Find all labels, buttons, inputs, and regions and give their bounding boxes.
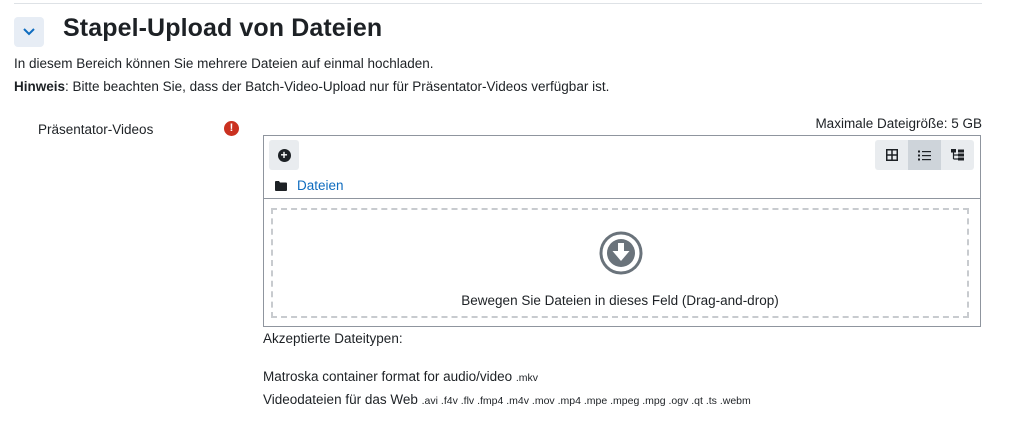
accepted-type-name: Videodateien für das Web: [263, 392, 418, 407]
exclamation-icon: !: [224, 121, 239, 136]
tree-view-icon: [951, 149, 964, 161]
grid-view-button[interactable]: [875, 140, 908, 170]
plus-circle-icon: +: [277, 148, 291, 162]
section-title: Stapel-Upload von Dateien: [63, 14, 383, 42]
grid-view-icon: [885, 149, 898, 161]
chevron-down-icon: [23, 28, 35, 36]
accepted-type-name: Matroska container format for audio/vide…: [263, 369, 513, 384]
note-label: Hinweis: [14, 79, 66, 94]
accepted-type-extensions: .mkv: [515, 372, 539, 384]
download-circle-icon: [599, 231, 643, 275]
file-manager-toolbar: +: [264, 136, 980, 174]
add-file-button[interactable]: +: [269, 140, 299, 170]
view-mode-group: [875, 140, 974, 170]
list-view-icon: [918, 150, 931, 160]
accepted-type-extensions: .avi .f4v .flv .fmp4 .m4v .mov .mp4 .mpe…: [421, 395, 751, 407]
section-divider: [14, 3, 982, 4]
section-collapse-toggle[interactable]: [14, 17, 44, 47]
file-manager: + Dateien Bewegen Sie Dateien in dieses …: [263, 135, 981, 327]
drop-zone-text: Bewegen Sie Dateien in dieses Feld (Drag…: [461, 293, 779, 308]
tree-view-button[interactable]: [941, 140, 974, 170]
section-note: Hinweis: Bitte beachten Sie, dass der Ba…: [14, 79, 609, 94]
accepted-type-item: Videodateien für das Web .avi .f4v .flv …: [263, 392, 751, 407]
drop-zone[interactable]: Bewegen Sie Dateien in dieses Feld (Drag…: [271, 208, 969, 318]
field-label: Präsentator-Videos: [38, 122, 154, 137]
section-description: In diesem Bereich können Sie mehrere Dat…: [14, 56, 434, 71]
folder-icon: [275, 180, 287, 191]
breadcrumb: Dateien: [275, 178, 344, 193]
list-view-button[interactable]: [908, 140, 941, 170]
path-link-files[interactable]: Dateien: [297, 178, 344, 193]
accepted-types-label: Akzeptierte Dateitypen:: [263, 331, 403, 346]
dropzone-container: Bewegen Sie Dateien in dieses Feld (Drag…: [263, 198, 981, 327]
accepted-type-item: Matroska container format for audio/vide…: [263, 369, 538, 384]
max-file-size: Maximale Dateigröße: 5 GB: [815, 116, 982, 131]
note-text: : Bitte beachten Sie, dass der Batch-Vid…: [65, 79, 610, 94]
